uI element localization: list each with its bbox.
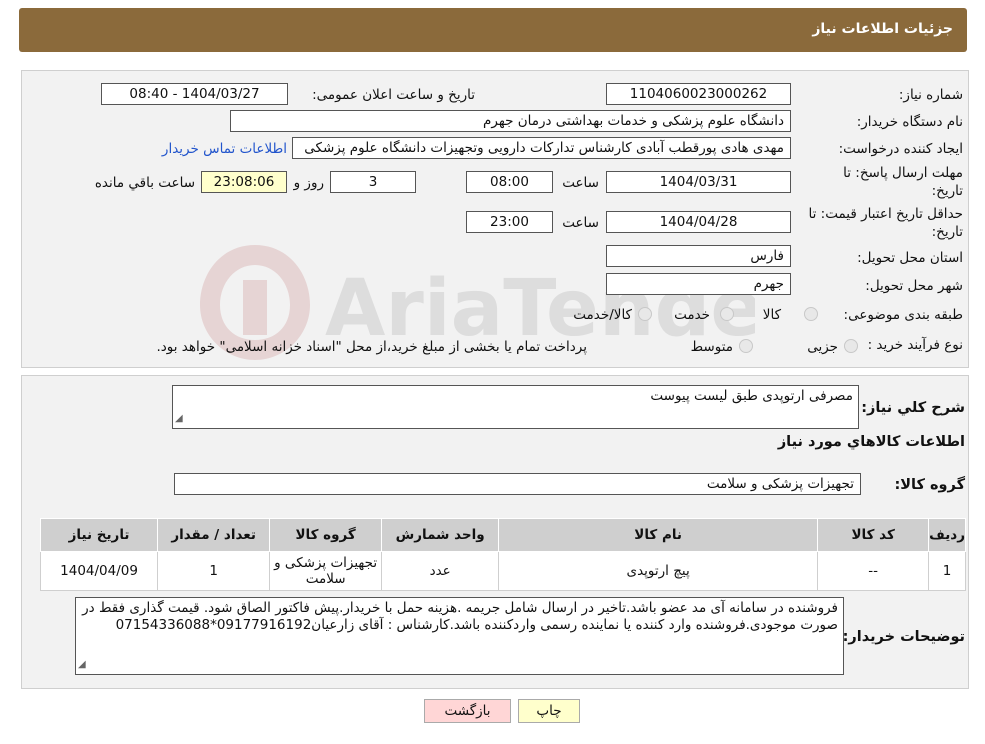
buyer-notes-label: توضیحات خریدار: [842, 629, 965, 645]
col-header-row-number: رديف [928, 518, 966, 552]
buyer-notes-text: فروشنده در سامانه آی مد عضو باشد.تاخیر د… [82, 600, 838, 633]
deadline-label-2: تاریخ: [931, 183, 963, 199]
col-header-quantity: تعداد / مقدار [157, 518, 271, 552]
resize-grip-icon[interactable]: ◢ [175, 410, 183, 427]
remaining-time-field: 23:08:06 [201, 171, 287, 193]
process-label: نوع فرآیند خرید : [867, 337, 963, 353]
deadline-time-field: 08:00 [466, 171, 553, 193]
category-option-goods-service: کالا/خدمت [573, 307, 632, 323]
days-label: روز و [293, 175, 324, 191]
cell-unit: عدد [381, 551, 500, 591]
goods-table: رديف کد کالا نام کالا واحد شمارش گروه کا… [39, 518, 966, 591]
table-header-row: رديف کد کالا نام کالا واحد شمارش گروه کا… [39, 518, 966, 552]
announce-datetime-field: 1404/03/27 - 08:40 [101, 83, 288, 105]
validity-date-field: 1404/04/28 [606, 211, 791, 233]
days-remaining-field: 3 [330, 171, 416, 193]
summary-label: شرح کلي نياز: [861, 400, 965, 416]
remaining-time-label: ساعت باقي مانده [94, 175, 195, 191]
cell-goods-group: تجهیزات پزشکی و سلامت [269, 551, 383, 591]
table-row: 1 -- پیچ ارتوپدی عدد تجهیزات پزشکی و سلا… [39, 551, 966, 591]
col-header-goods-group: گروه کالا [269, 518, 383, 552]
process-radio-medium[interactable] [739, 339, 753, 353]
province-label: استان محل تحویل: [857, 250, 963, 266]
deadline-time-label: ساعت [562, 175, 599, 191]
validity-label-1: حداقل تاریخ اعتبار قیمت: تا [808, 206, 963, 222]
cell-goods-name: پیچ ارتوپدی [498, 551, 819, 591]
city-field: جهرم [606, 273, 791, 295]
category-option-service: خدمت [674, 307, 710, 323]
page-title: جزئیات اطلاعات نیاز [812, 21, 953, 37]
cell-quantity: 1 [157, 551, 271, 591]
process-note: پرداخت تمام یا بخشی از مبلغ خرید،از محل … [156, 339, 587, 355]
cell-need-date: 1404/04/09 [39, 551, 159, 591]
col-header-goods-name: نام کالا [498, 518, 819, 552]
back-button[interactable]: بازگشت [424, 699, 511, 723]
category-radio-goods-service[interactable] [638, 307, 652, 321]
cell-row-number: 1 [928, 551, 966, 591]
validity-time-field: 23:00 [466, 211, 553, 233]
goods-info-title: اطلاعات کالاهاي مورد نياز [777, 434, 965, 450]
summary-text: مصرفی ارتوپدی طبق لیست پیوست [650, 388, 853, 404]
requester-field: مهدی هادی پورقطب آبادی کارشناس تدارکات د… [292, 137, 791, 159]
buyer-contact-link[interactable]: اطلاعات تماس خریدار [162, 141, 287, 157]
process-option-medium: متوسط [690, 339, 733, 355]
need-number-field: 1104060023000262 [606, 83, 791, 105]
deadline-date-field: 1404/03/31 [606, 171, 791, 193]
buyer-org-label: نام دستگاه خریدار: [856, 114, 963, 130]
process-radio-minor[interactable] [844, 339, 858, 353]
category-option-goods: کالا [762, 307, 781, 323]
buyer-notes-textarea[interactable]: فروشنده در سامانه آی مد عضو باشد.تاخیر د… [75, 597, 844, 675]
cell-goods-code: -- [817, 551, 930, 591]
requester-label: ایجاد کننده درخواست: [838, 141, 963, 157]
category-radio-goods[interactable] [804, 307, 818, 321]
city-label: شهر محل تحویل: [865, 278, 963, 294]
category-radio-service[interactable] [720, 307, 734, 321]
validity-time-label: ساعت [562, 215, 599, 231]
goods-group-field: تجهیزات پزشکی و سلامت [174, 473, 861, 495]
col-header-need-date: تاریخ نیاز [39, 518, 159, 552]
summary-textarea[interactable]: مصرفی ارتوپدی طبق لیست پیوست ◢ [172, 385, 859, 429]
process-option-minor: جزیی [807, 339, 838, 355]
goods-group-label: گروه کالا: [894, 477, 965, 493]
page-header: جزئیات اطلاعات نیاز [19, 8, 967, 52]
resize-grip-icon[interactable]: ◢ [78, 656, 86, 673]
category-label: طبقه بندی موضوعی: [843, 307, 963, 323]
col-header-goods-code: کد کالا [817, 518, 930, 552]
buyer-org-field: دانشگاه علوم پزشکی و خدمات بهداشتی درمان… [230, 110, 791, 132]
province-field: فارس [606, 245, 791, 267]
col-header-unit: واحد شمارش [381, 518, 500, 552]
validity-label-2: تاریخ: [931, 224, 963, 240]
print-button[interactable]: چاپ [518, 699, 580, 723]
need-number-label: شماره نیاز: [898, 87, 963, 103]
deadline-label-1: مهلت ارسال پاسخ: تا [843, 165, 963, 181]
announce-label: تاریخ و ساعت اعلان عمومی: [312, 87, 475, 103]
